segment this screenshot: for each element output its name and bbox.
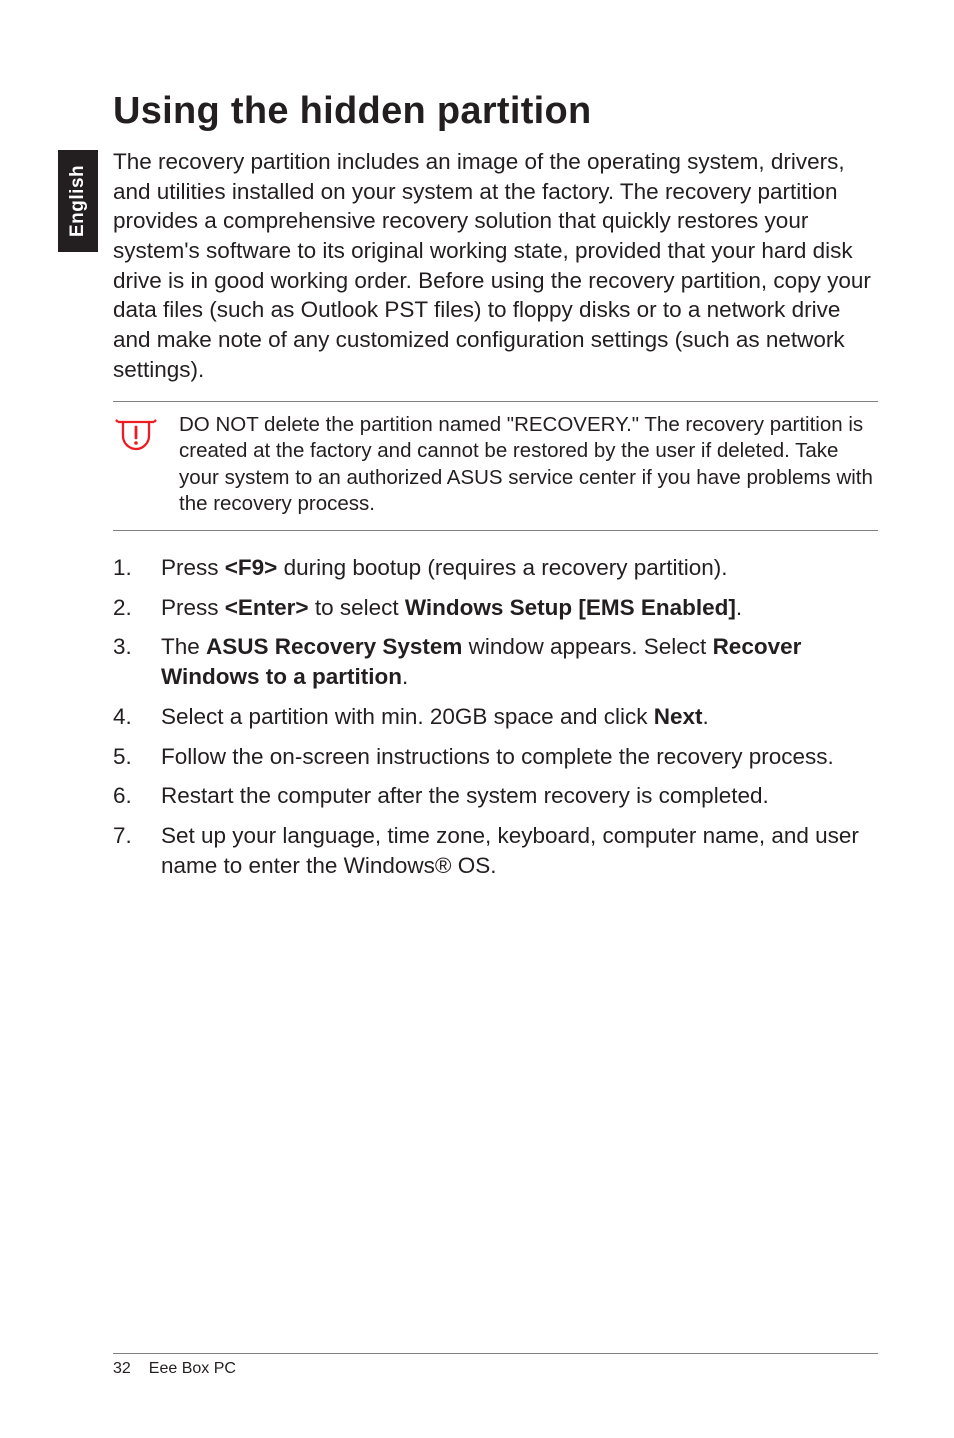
step-text: during bootup (requires a recovery parti… (277, 555, 727, 580)
window-name: ASUS Recovery System (206, 634, 462, 659)
step-text: Restart the computer after the system re… (161, 783, 769, 808)
warning-box: DO NOT delete the partition named "RECOV… (113, 401, 878, 532)
steps-list: Press <F9> during bootup (requires a rec… (113, 553, 878, 880)
page-heading: Using the hidden partition (113, 90, 878, 133)
list-item: Follow the on-screen instructions to com… (113, 742, 878, 772)
intro-paragraph: The recovery partition includes an image… (113, 147, 878, 385)
button-next: Next (654, 704, 703, 729)
warning-icon (115, 416, 157, 459)
list-item: Press <F9> during bootup (requires a rec… (113, 553, 878, 583)
language-tab: English (58, 150, 98, 252)
list-item: Set up your language, time zone, keyboar… (113, 821, 878, 880)
list-item: Press <Enter> to select Windows Setup [E… (113, 593, 878, 623)
product-name: Eee Box PC (149, 1360, 236, 1378)
step-text: Press (161, 555, 225, 580)
list-item: Select a partition with min. 20GB space … (113, 702, 878, 732)
step-text: Press (161, 595, 225, 620)
option-ems: Windows Setup [EMS Enabled] (405, 595, 736, 620)
list-item: The ASUS Recovery System window appears.… (113, 632, 878, 691)
step-text: Select a partition with min. 20GB space … (161, 704, 654, 729)
page-content: Using the hidden partition The recovery … (113, 90, 878, 890)
list-item: Restart the computer after the system re… (113, 781, 878, 811)
step-text: Follow the on-screen instructions to com… (161, 744, 834, 769)
page-number: 32 (113, 1360, 131, 1378)
step-text: The (161, 634, 206, 659)
step-text: to select (309, 595, 405, 620)
step-text: Set up your language, time zone, keyboar… (161, 823, 859, 878)
step-text: window appears. Select (462, 634, 712, 659)
page-footer: 32 Eee Box PC (113, 1353, 878, 1378)
step-text: . (402, 664, 408, 689)
warning-text: DO NOT delete the partition named "RECOV… (179, 412, 878, 519)
step-text: . (703, 704, 709, 729)
key-enter: <Enter> (225, 595, 309, 620)
step-text: . (736, 595, 742, 620)
key-f9: <F9> (225, 555, 278, 580)
